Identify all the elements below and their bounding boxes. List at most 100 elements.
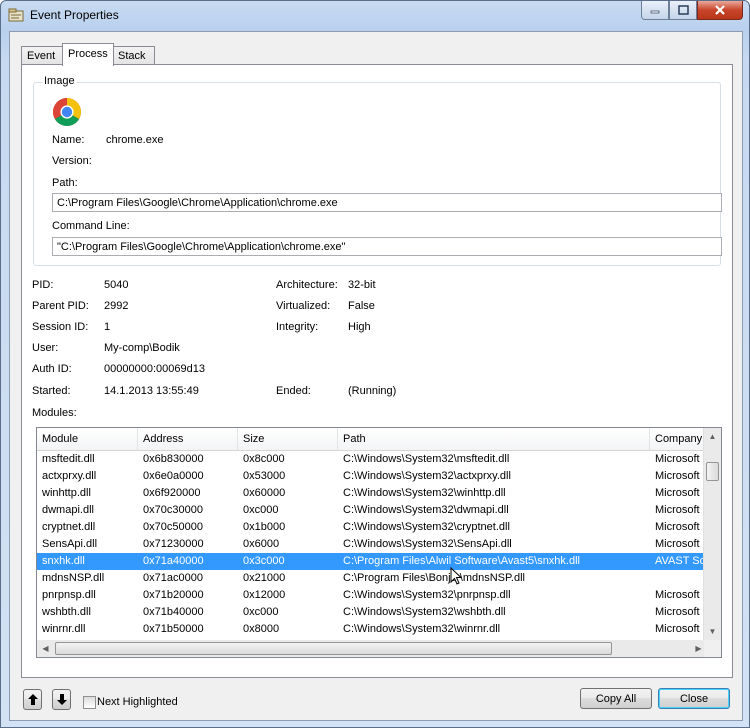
cell-path: C:\Windows\System32\actxprxy.dll <box>343 470 511 482</box>
column-header-company[interactable]: Company <box>650 428 710 450</box>
tab-stack[interactable]: Stack <box>112 46 155 65</box>
module-row[interactable]: mdnsNSP.dll 0x71ac0000 0x21000 C:\Program F… <box>37 570 707 587</box>
modules-label: Modules: <box>32 407 77 419</box>
cell-company: Microsoft <box>655 487 700 499</box>
cell-size: 0xc000 <box>243 504 279 516</box>
cell-size: 0x1b000 <box>243 521 286 533</box>
module-row[interactable]: winhttp.dll 0x6f920000 0x60000 C:\Windows\S… <box>37 485 707 502</box>
scroll-down-button[interactable]: ▼ <box>704 623 721 640</box>
cell-address: 0x71b40000 <box>143 606 204 618</box>
scroll-left-button[interactable]: ◀ <box>37 640 54 657</box>
window-title: Event Properties <box>30 8 119 22</box>
module-row[interactable]: SensApi.dll 0x71230000 0x6000 C:\Windows\Sy… <box>37 536 707 553</box>
module-row[interactable]: snxhk.dll 0x71a40000 0x3c000 C:\Program Fil… <box>37 553 707 570</box>
minimize-button[interactable] <box>641 1 669 20</box>
maximize-button[interactable] <box>669 1 697 20</box>
copy-all-button[interactable]: Copy All <box>580 688 652 709</box>
column-header-size[interactable]: Size <box>238 428 338 450</box>
tab-process[interactable]: Process <box>62 43 114 66</box>
cell-path: C:\Windows\System32\winrnr.dll <box>343 623 501 635</box>
tab-event[interactable]: Event <box>21 46 64 65</box>
horizontal-scrollbar[interactable]: ◀ ▶ <box>37 640 707 657</box>
cell-path: C:\Windows\System32\cryptnet.dll <box>343 521 510 533</box>
path-field[interactable]: C:\Program Files\Google\Chrome\Applicati… <box>52 193 722 212</box>
scroll-up-button[interactable]: ▲ <box>704 428 721 445</box>
image-group-title: Image <box>42 75 77 87</box>
cell-module: msftedit.dll <box>42 453 95 465</box>
cell-path: C:\Program Files\Alwil Software\Avast5\s… <box>343 555 580 567</box>
module-row[interactable]: cryptnet.dll 0x70c50000 0x1b000 C:\Windows\… <box>37 519 707 536</box>
event-properties-icon <box>8 8 24 22</box>
maximize-icon <box>677 5 689 15</box>
module-row[interactable]: pnrpnsp.dll 0x71b20000 0x12000 C:\Windows\S… <box>37 587 707 604</box>
parent-pid-label: Parent PID: <box>32 300 89 312</box>
cell-company: Microsoft <box>655 504 700 516</box>
arrow-down-icon <box>56 694 67 705</box>
cell-company: Microsoft <box>655 623 700 635</box>
event-properties-window: Event Properties Event Process Stack Ima… <box>0 0 750 728</box>
vertical-scrollbar[interactable]: ▲ ▼ <box>703 428 721 640</box>
cell-size: 0x6000 <box>243 538 280 550</box>
column-header-address[interactable]: Address <box>138 428 238 450</box>
cell-company: Microsoft <box>655 470 700 482</box>
cell-module: SensApi.dll <box>42 538 98 550</box>
column-header-module[interactable]: Module <box>37 428 138 450</box>
cell-company: Microsoft <box>655 453 700 465</box>
architecture-label: Architecture: <box>276 279 338 291</box>
virtualized-label: Virtualized: <box>276 300 331 312</box>
cell-module: snxhk.dll <box>42 555 85 567</box>
cell-company: Microsoft <box>655 538 700 550</box>
vertical-scroll-thumb[interactable] <box>706 462 719 481</box>
auth-id-value: 00000000:00069d13 <box>104 363 205 375</box>
user-label: User: <box>32 342 59 354</box>
parent-pid-value: 2992 <box>104 300 129 312</box>
cell-size: 0x60000 <box>243 487 286 499</box>
cell-module: cryptnet.dll <box>42 521 96 533</box>
tab-event-label: Event <box>27 50 56 62</box>
horizontal-scroll-thumb[interactable] <box>55 642 612 655</box>
module-row[interactable]: msftedit.dll 0x6b830000 0x8c000 C:\Windows\… <box>37 451 707 468</box>
cell-size: 0xc000 <box>243 606 279 618</box>
cell-size: 0x8000 <box>243 623 280 635</box>
cell-address: 0x70c30000 <box>143 504 203 516</box>
previous-event-button[interactable] <box>23 689 42 710</box>
integrity-value: High <box>348 321 371 333</box>
cell-path: C:\Windows\System32\msftedit.dll <box>343 453 510 465</box>
cell-path: C:\Windows\System32\wshbth.dll <box>343 606 506 618</box>
auth-id-label: Auth ID: <box>32 363 72 375</box>
modules-list-header: Module Address Size Path Company <box>37 428 707 451</box>
modules-list-body: msftedit.dll 0x6b830000 0x8c000 C:\Windows\… <box>37 451 707 636</box>
arrow-up-icon <box>27 694 38 705</box>
cell-module: winrnr.dll <box>42 623 86 635</box>
close-window-button[interactable] <box>697 1 743 20</box>
command-line-label: Command Line: <box>52 220 130 232</box>
cell-module: winhttp.dll <box>42 487 91 499</box>
cell-path: C:\Program Files\Bonjo \mdnsNSP.dll <box>343 572 525 584</box>
session-id-value: 1 <box>104 321 111 333</box>
title-bar[interactable]: Event Properties <box>1 1 749 29</box>
ended-value: (Running) <box>348 385 397 397</box>
dialog-client-area: Event Process Stack Image Name: chrome.e… <box>9 31 743 721</box>
modules-list[interactable]: Module Address Size Path Company msftedi… <box>36 427 722 658</box>
next-event-button[interactable] <box>52 689 71 710</box>
session-id-label: Session ID: <box>32 321 89 333</box>
module-row[interactable]: actxprxy.dll 0x6e0a0000 0x53000 C:\Windows\… <box>37 468 707 485</box>
command-line-field[interactable]: "C:\Program Files\Google\Chrome\Applicat… <box>52 237 722 256</box>
module-row[interactable]: winrnr.dll 0x71b50000 0x8000 C:\Windows\Sys… <box>37 621 707 636</box>
close-button[interactable]: Close <box>658 688 730 709</box>
cell-module: wshbth.dll <box>42 606 91 618</box>
module-row[interactable]: dwmapi.dll 0x70c30000 0xc000 C:\Windows\Sys… <box>37 502 707 519</box>
module-row[interactable]: wshbth.dll 0x71b40000 0xc000 C:\Windows\Sys… <box>37 604 707 621</box>
cell-address: 0x6f920000 <box>143 487 201 499</box>
cell-company: Microsoft <box>655 521 700 533</box>
column-header-path[interactable]: Path <box>338 428 650 450</box>
next-highlighted-checkbox[interactable] <box>83 696 96 709</box>
next-highlighted-label[interactable]: Next Highlighted <box>97 696 178 708</box>
cell-company <box>650 570 707 587</box>
cell-size: 0x53000 <box>243 470 286 482</box>
pid-value: 5040 <box>104 279 129 291</box>
minimize-icon <box>650 10 660 14</box>
cell-company: Microsoft <box>655 589 700 601</box>
tab-stack-label: Stack <box>118 50 146 62</box>
cell-size: 0x3c000 <box>243 555 285 567</box>
